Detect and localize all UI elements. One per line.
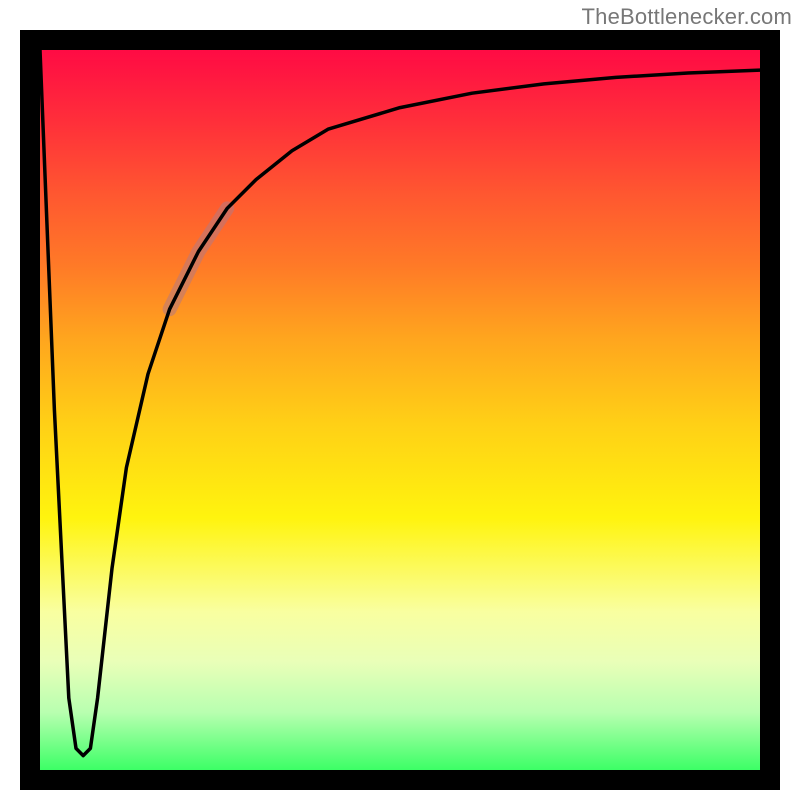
plot-frame	[20, 30, 780, 790]
curve-layer	[40, 50, 760, 770]
bottleneck-curve	[40, 50, 760, 756]
chart-container: TheBottleneсker.com	[0, 0, 800, 800]
watermark-label: TheBottleneсker.com	[582, 4, 792, 30]
